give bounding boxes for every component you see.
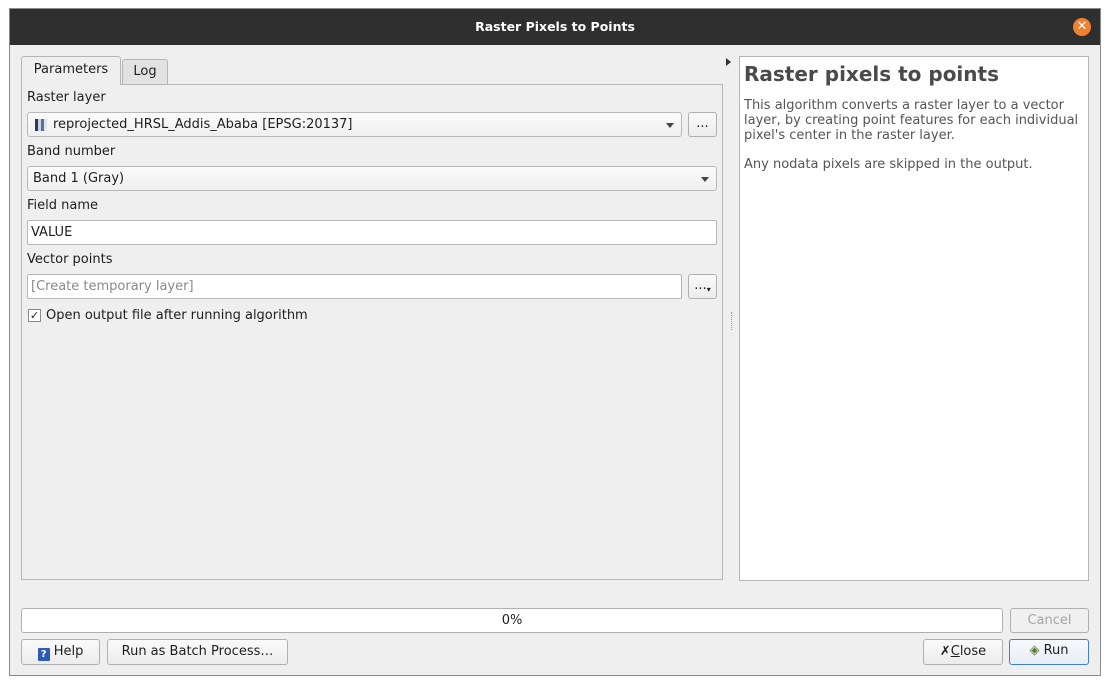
run-button-label: Run	[1043, 643, 1069, 658]
close-button[interactable]: ✗Close	[923, 639, 1003, 665]
help-button[interactable]: ? Help	[21, 639, 100, 665]
raster-layer-browse-button[interactable]: ...	[688, 112, 717, 137]
raster-layer-label: Raster layer	[27, 90, 106, 105]
progress-label: 0%	[501, 613, 523, 628]
splitter-handle[interactable]	[731, 312, 734, 330]
tab-log[interactable]: Log	[122, 59, 168, 85]
help-button-label: Help	[53, 644, 84, 659]
vector-points-label: Vector points	[27, 252, 113, 267]
close-mnemonic: C	[950, 644, 960, 659]
help-panel: Raster pixels to points This algorithm c…	[739, 56, 1089, 581]
vector-points-browse-button[interactable]: ...▾	[688, 274, 717, 299]
close-window-icon[interactable]: ✕	[1073, 18, 1091, 36]
open-output-label: Open output file after running algorithm	[46, 308, 308, 323]
run-icon: ◈	[1029, 643, 1040, 658]
field-name-value: VALUE	[31, 225, 73, 240]
close-icon: ✗	[939, 644, 951, 659]
chevron-down-icon	[701, 177, 709, 182]
cancel-button[interactable]: Cancel	[1010, 608, 1089, 633]
title-bar: Raster Pixels to Points ✕	[10, 9, 1100, 45]
collapse-arrow-icon[interactable]	[726, 58, 731, 66]
help-note: Any nodata pixels are skipped in the out…	[744, 157, 1033, 172]
help-description: This algorithm converts a raster layer t…	[744, 98, 1079, 143]
band-number-value: Band 1 (Gray)	[33, 171, 125, 186]
field-name-input[interactable]: VALUE	[27, 220, 717, 245]
dialog-window: Raster Pixels to Points ✕ Parameters Log…	[9, 8, 1101, 676]
run-button[interactable]: ◈ Run	[1009, 639, 1089, 665]
band-number-label: Band number	[27, 144, 116, 159]
help-title: Raster pixels to points	[744, 62, 999, 86]
raster-layer-select[interactable]: reprojected_HRSL_Addis_Ababa [EPSG:20137…	[27, 112, 682, 137]
vector-points-placeholder: [Create temporary layer]	[31, 279, 194, 294]
open-output-checkbox[interactable]: ✓	[28, 309, 41, 322]
window-title: Raster Pixels to Points	[475, 19, 635, 34]
band-number-select[interactable]: Band 1 (Gray)	[27, 166, 717, 191]
progress-bar: 0%	[21, 608, 1003, 633]
chevron-down-icon	[666, 123, 674, 128]
raster-layer-icon	[35, 119, 47, 131]
close-button-label: lose	[959, 644, 987, 659]
raster-layer-value: reprojected_HRSL_Addis_Ababa [EPSG:20137…	[53, 117, 353, 132]
run-batch-button[interactable]: Run as Batch Process…	[107, 639, 288, 665]
vector-points-input[interactable]: [Create temporary layer]	[27, 274, 682, 299]
help-icon: ?	[37, 648, 50, 661]
tab-parameters[interactable]: Parameters	[21, 56, 121, 85]
field-name-label: Field name	[27, 198, 99, 213]
parameters-panel	[21, 84, 723, 580]
vector-points-browse-label: ...	[694, 278, 707, 293]
